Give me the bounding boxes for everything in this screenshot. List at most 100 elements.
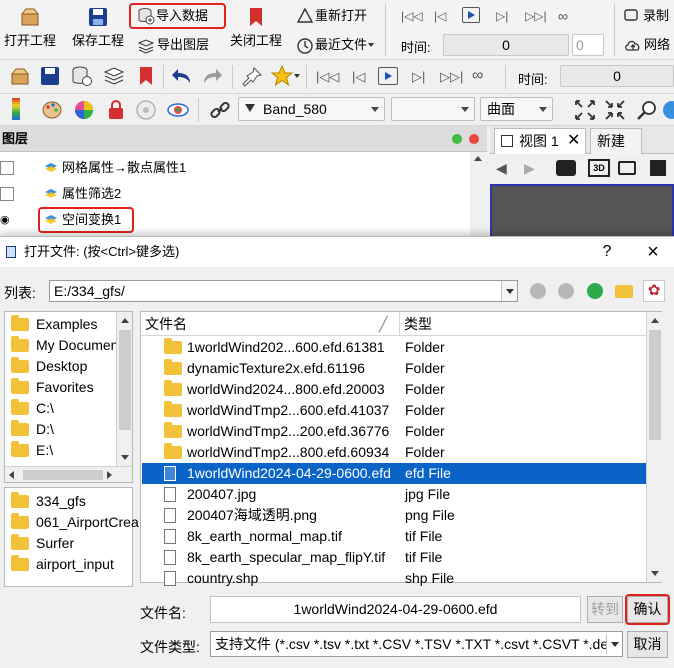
back-arrow-icon[interactable] xyxy=(530,283,546,299)
file-row[interactable]: 200407海域透明.png png File xyxy=(142,505,647,526)
tab-new[interactable]: 新建 xyxy=(590,128,642,154)
scroll-left-icon[interactable] xyxy=(9,471,14,479)
chevron-down-icon[interactable] xyxy=(294,74,300,78)
new-folder-icon[interactable] xyxy=(615,285,633,298)
layer-item[interactable]: 属性筛选2 xyxy=(0,182,470,206)
band-select[interactable]: Band_580 xyxy=(238,97,385,121)
reopen-button[interactable]: 重新打开 xyxy=(296,5,368,27)
gear-icon[interactable]: ✿ xyxy=(643,280,665,302)
scroll-thumb[interactable] xyxy=(119,330,131,430)
tab-view-1[interactable]: 视图 1 ✕ xyxy=(494,128,586,154)
layers-icon[interactable] xyxy=(102,64,126,88)
shrink-extent-icon[interactable] xyxy=(603,98,627,122)
file-row[interactable]: 8k_earth_specular_map_flipY.tif tif File xyxy=(142,547,647,568)
file-row[interactable]: 8k_earth_normal_map.tif tif File xyxy=(142,526,647,547)
close-project-button[interactable]: 关闭工程 xyxy=(228,4,284,58)
bookmark-red-icon[interactable] xyxy=(134,64,158,88)
lock-icon[interactable] xyxy=(104,98,128,122)
up-arrow-icon[interactable] xyxy=(587,283,603,299)
save-project-button[interactable]: 保存工程 xyxy=(70,4,126,58)
playback-forward-icon[interactable]: ▷| xyxy=(496,9,508,23)
record-button[interactable]: 录制 xyxy=(624,5,674,27)
recent-files-button[interactable]: 最近文件 xyxy=(296,34,376,56)
scroll-down-icon[interactable] xyxy=(647,566,662,582)
playback-first-icon[interactable]: |◁◁ xyxy=(401,9,423,23)
playback-play-icon[interactable] xyxy=(378,67,398,85)
layer-item[interactable]: 网格属性→散点属性1 xyxy=(0,156,470,180)
chevron-down-icon[interactable] xyxy=(501,281,517,301)
scroll-up-icon[interactable] xyxy=(474,156,482,161)
time-value-field[interactable]: 0 xyxy=(443,34,569,56)
file-row[interactable]: worldWindTmp2...200.efd.36776 Folder xyxy=(142,421,647,442)
secondary-select[interactable] xyxy=(391,97,475,121)
forward-arrow-icon[interactable] xyxy=(558,283,574,299)
drives-hscrollbar[interactable] xyxy=(5,466,132,482)
scroll-down-icon[interactable] xyxy=(117,450,132,466)
window-icon[interactable] xyxy=(650,160,666,176)
globe-icon[interactable] xyxy=(660,98,674,122)
database-add-icon[interactable] xyxy=(70,64,94,88)
playback-back-icon[interactable]: |◁ xyxy=(352,69,365,85)
playback-play-icon[interactable] xyxy=(462,7,480,23)
star-icon[interactable] xyxy=(270,64,294,88)
file-row[interactable]: worldWindTmp2...600.efd.41037 Folder xyxy=(142,400,647,421)
layer-visibility-checkbox[interactable] xyxy=(0,161,14,175)
help-button[interactable]: ? xyxy=(592,237,622,267)
cancel-button[interactable]: 取消 xyxy=(627,631,668,658)
3d-viewport[interactable] xyxy=(490,184,674,240)
confirm-button[interactable]: 确认 xyxy=(625,594,670,625)
scroll-up-icon[interactable] xyxy=(117,312,132,328)
file-row[interactable]: 200407.jpg jpg File xyxy=(142,484,647,505)
column-header-type[interactable]: 类型 xyxy=(400,312,647,336)
open-project-button[interactable]: 打开工程 xyxy=(2,4,58,58)
playback-back-icon[interactable]: |◁ xyxy=(434,9,446,23)
file-row[interactable]: dynamicTexture2x.efd.61196 Folder xyxy=(142,358,647,379)
playback-loop-icon[interactable]: ∞ xyxy=(558,8,568,24)
panel-close-icon[interactable] xyxy=(469,134,479,144)
panel-float-icon[interactable] xyxy=(452,134,462,144)
file-row[interactable]: worldWind2024...800.efd.20003 Folder xyxy=(142,379,647,400)
zoom-magnifier-icon[interactable] xyxy=(635,98,659,122)
file-row[interactable]: 1worldWind202...600.efd.61381 Folder xyxy=(142,337,647,358)
palette-icon[interactable] xyxy=(40,98,64,122)
filetype-select[interactable]: 支持文件 (*.csv *.tsv *.txt *.CSV *.TSV *.TX… xyxy=(210,631,623,657)
eye-color-icon[interactable] xyxy=(166,98,190,122)
save-disk-icon[interactable] xyxy=(38,64,62,88)
file-row[interactable]: country.shp shp File xyxy=(142,568,647,589)
open-box-icon[interactable] xyxy=(8,64,32,88)
drives-scrollbar[interactable] xyxy=(116,312,132,466)
file-list-scrollbar[interactable] xyxy=(646,312,662,582)
link-icon[interactable] xyxy=(208,98,232,122)
view-forward-icon[interactable]: ▶ xyxy=(524,160,535,177)
playback-last-icon[interactable]: ▷▷| xyxy=(440,69,463,85)
layer-visibility-checkbox[interactable] xyxy=(0,187,14,201)
playback-first-icon[interactable]: |◁◁ xyxy=(316,69,339,85)
column-header-name[interactable]: 文件名 ╱ xyxy=(141,312,400,336)
network-button[interactable]: 网络 xyxy=(624,34,674,56)
scroll-thumb[interactable] xyxy=(649,330,661,440)
scroll-thumb[interactable] xyxy=(23,470,103,480)
undo-icon[interactable] xyxy=(170,65,194,89)
view-back-icon[interactable]: ◀ xyxy=(496,160,507,177)
eye-icon[interactable]: ◉ xyxy=(0,213,15,227)
scroll-up-icon[interactable] xyxy=(647,312,662,328)
file-row[interactable]: worldWindTmp2...800.efd.60934 Folder xyxy=(142,442,647,463)
close-button[interactable]: × xyxy=(638,237,668,267)
3d-view-icon[interactable]: 3D xyxy=(588,159,610,177)
playback-forward-icon[interactable]: ▷| xyxy=(412,69,425,85)
import-data-button[interactable]: 导入数据 xyxy=(129,3,226,29)
layer-item-selected[interactable]: ◉ 空间变换1 xyxy=(0,207,470,233)
scroll-right-icon[interactable] xyxy=(107,471,112,479)
color-ramp-icon[interactable] xyxy=(12,98,20,120)
time-step-spinner[interactable]: 0 xyxy=(572,34,604,56)
close-icon[interactable]: ✕ xyxy=(567,129,580,153)
playback-last-icon[interactable]: ▷▷| xyxy=(525,9,547,23)
video-icon[interactable] xyxy=(618,161,636,175)
layer-scrollbar[interactable] xyxy=(470,152,487,240)
gauge-icon[interactable] xyxy=(134,98,158,122)
fit-extent-icon[interactable] xyxy=(573,98,597,122)
time-value-field[interactable]: 0 xyxy=(560,65,674,87)
playback-loop-icon[interactable]: ∞ xyxy=(472,67,483,85)
color-wheel-icon[interactable] xyxy=(72,98,96,122)
export-layer-button[interactable]: 导出图层 xyxy=(137,34,215,56)
